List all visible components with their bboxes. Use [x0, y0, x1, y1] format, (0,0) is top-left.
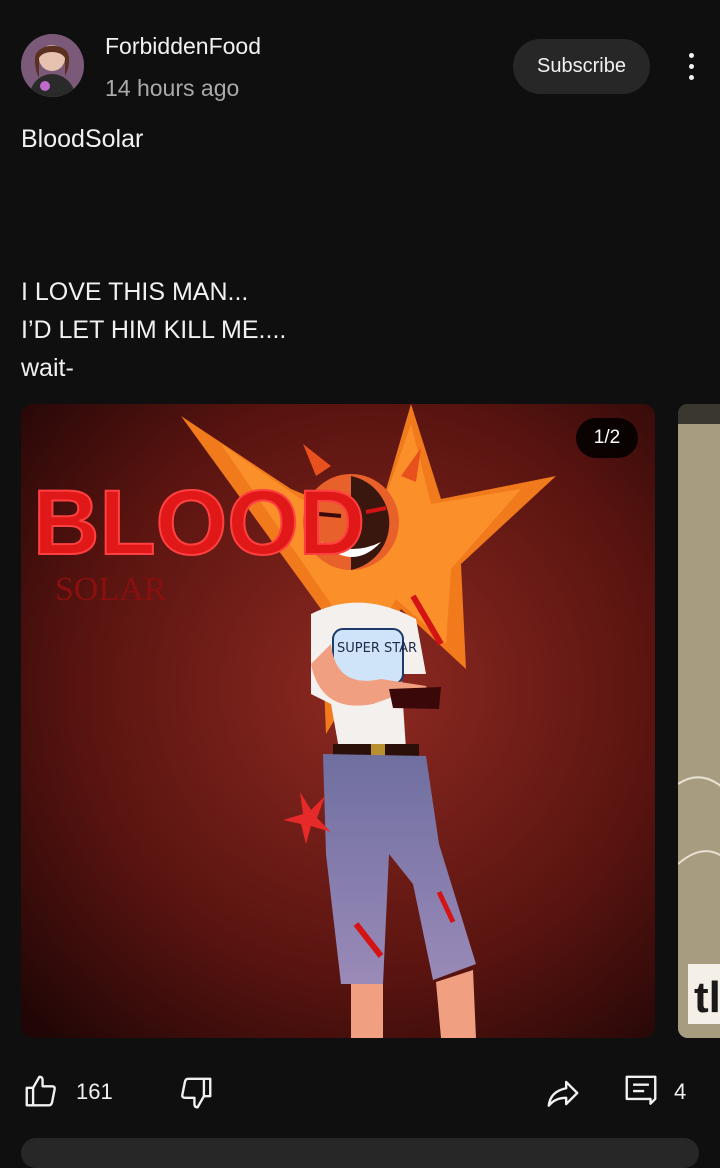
post-header: ForbiddenFood 14 hours ago Subscribe [0, 0, 720, 120]
post-text-line: I’D LET HIM KILL ME.... [21, 316, 287, 344]
comment-icon[interactable] [622, 1072, 660, 1115]
carousel-counter: 1/2 [576, 418, 638, 458]
comment-input-bar[interactable] [21, 1138, 699, 1168]
thumbs-up-icon[interactable] [22, 1072, 60, 1115]
shirt-text: SUPER STAR [337, 641, 417, 656]
post-actions: 161 4 [0, 1060, 720, 1124]
channel-avatar[interactable] [21, 34, 84, 97]
post-text-line: wait- [21, 354, 74, 382]
next-slide-image: tl [678, 404, 720, 1038]
post-title: BloodSolar [21, 125, 144, 153]
blood-solar-artwork: SUPER STAR BLOOD SOLAR [21, 404, 655, 1038]
post-text-line: I LOVE THIS MAN... [21, 278, 249, 306]
thumbs-down-icon[interactable] [177, 1074, 215, 1117]
carousel-image-1[interactable]: SUPER STAR BLOOD SOLAR 1/2 [21, 404, 655, 1038]
next-slide-text: tl [694, 973, 720, 1022]
carousel-image-2-preview[interactable]: tl [678, 404, 720, 1038]
artwork-title: BLOOD [33, 472, 365, 574]
post-time: 14 hours ago [105, 75, 240, 101]
like-count: 161 [76, 1079, 113, 1104]
channel-name[interactable]: ForbiddenFood [105, 33, 261, 60]
image-carousel[interactable]: SUPER STAR BLOOD SOLAR 1/2 tl [21, 404, 720, 1038]
subscribe-button[interactable]: Subscribe [513, 39, 650, 94]
comment-count: 4 [674, 1079, 687, 1104]
share-icon[interactable] [544, 1074, 582, 1117]
more-vertical-icon[interactable] [676, 46, 706, 86]
artwork-subtitle: SOLAR [55, 571, 167, 608]
